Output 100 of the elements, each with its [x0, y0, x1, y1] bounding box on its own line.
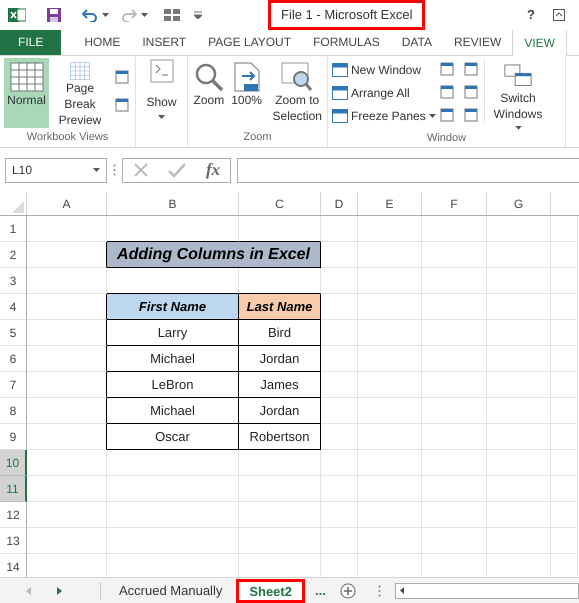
- grid-cell: [487, 476, 551, 502]
- zoom-button[interactable]: Zoom: [192, 58, 226, 128]
- grid-cell: [321, 216, 358, 242]
- show-button[interactable]: Show: [146, 59, 177, 119]
- column-header[interactable]: G: [487, 192, 551, 215]
- header-cell: Last Name: [239, 294, 321, 320]
- customize-icon[interactable]: [194, 11, 202, 19]
- grid-cell: [358, 242, 422, 268]
- grid-cell: [422, 268, 487, 294]
- scroll-right-icon[interactable]: [57, 586, 62, 594]
- grid-cell: [487, 294, 551, 320]
- row-header[interactable]: 13: [0, 528, 27, 554]
- row-header[interactable]: 11: [0, 476, 27, 502]
- column-header[interactable]: C: [239, 192, 321, 215]
- header-cell: First Name: [107, 294, 239, 320]
- table-cell: LeBron: [107, 372, 239, 398]
- window-title: File 1 - Microsoft Excel: [268, 0, 426, 30]
- table-cell: Michael: [107, 398, 239, 424]
- sheet-tab[interactable]: Sheet2: [236, 578, 305, 602]
- column-header[interactable]: F: [422, 192, 487, 215]
- insert-function-button[interactable]: fx: [206, 157, 220, 183]
- caret-icon: [514, 126, 522, 130]
- window-icon: [332, 86, 348, 100]
- add-sheet-icon[interactable]: [340, 582, 356, 598]
- undo-icon[interactable]: [82, 8, 98, 22]
- row-header[interactable]: 6: [0, 346, 27, 372]
- ribbon-tab[interactable]: DATA: [390, 29, 443, 55]
- page-arrow-icon: [234, 62, 260, 92]
- zoom-to-selection-button[interactable]: Zoom to Selection: [267, 58, 327, 128]
- row-header[interactable]: 1: [0, 216, 27, 242]
- ribbon-tab[interactable]: INSERT: [131, 29, 198, 55]
- grid-cell: [551, 528, 578, 554]
- table-cell: Oscar: [107, 424, 239, 450]
- grid-cell: [487, 242, 551, 268]
- grid-cell: [358, 294, 422, 320]
- sheet-grid-icon: [10, 62, 44, 92]
- column-header[interactable]: E: [358, 192, 422, 215]
- ribbon-tab[interactable]: FORMULAS: [302, 29, 391, 55]
- column-header[interactable]: D: [321, 192, 358, 215]
- horizontal-scrollbar[interactable]: [394, 582, 579, 598]
- grid-cell: [321, 242, 358, 268]
- grid-cell: [422, 242, 487, 268]
- layout-icon[interactable]: [164, 9, 180, 21]
- grid-cell: [358, 424, 422, 450]
- column-header[interactable]: A: [27, 192, 107, 215]
- sheet-tab[interactable]: Accrued Manually: [109, 578, 232, 602]
- ribbon-tab[interactable]: PAGE LAYOUT: [197, 29, 302, 55]
- restore-icon[interactable]: [553, 9, 565, 21]
- table-cell: Jordan: [239, 398, 321, 424]
- column-header[interactable]: B: [107, 192, 239, 215]
- grid-cell: [551, 346, 578, 372]
- grid-cell: [487, 528, 551, 554]
- grid-cell: [358, 320, 422, 346]
- page-break-preview-button[interactable]: Page Break Preview: [50, 58, 110, 128]
- row-header[interactable]: 4: [0, 294, 27, 320]
- row-header[interactable]: 5: [0, 320, 27, 346]
- caret-icon: [102, 13, 109, 17]
- grid-cell: [551, 216, 578, 242]
- more-sheets-button[interactable]: ...: [314, 580, 326, 600]
- caret-icon: [428, 114, 436, 118]
- row-header[interactable]: 8: [0, 398, 27, 424]
- table-cell: Bird: [239, 320, 321, 346]
- ribbon-tab[interactable]: FILE: [0, 29, 62, 55]
- grid-cell: [422, 346, 487, 372]
- grid-cell: [487, 424, 551, 450]
- group-label: Zoom: [242, 130, 273, 144]
- normal-view-button[interactable]: Normal: [4, 58, 49, 128]
- grid-cell: [358, 502, 422, 528]
- row-header[interactable]: 2: [0, 242, 27, 268]
- check-icon[interactable]: [168, 162, 186, 178]
- table-cell: James: [239, 372, 321, 398]
- grid-cell: [321, 294, 358, 320]
- grid-cell: [422, 320, 487, 346]
- grid-cell: [487, 346, 551, 372]
- name-box[interactable]: L10: [5, 158, 107, 182]
- magnifier-icon: [194, 62, 224, 92]
- grid-cell: [321, 372, 358, 398]
- grid-cell: [422, 528, 487, 554]
- save-icon[interactable]: [46, 7, 62, 23]
- grid-cell: [422, 476, 487, 502]
- grid-cell: [551, 294, 578, 320]
- ribbon-tab[interactable]: REVIEW: [442, 29, 512, 55]
- arrange-all-button[interactable]: Arrange All: [332, 83, 436, 102]
- grid-cell: [358, 398, 422, 424]
- freeze-panes-button[interactable]: Freeze Panes: [332, 106, 436, 125]
- formula-input[interactable]: [237, 158, 579, 182]
- row-header[interactable]: 7: [0, 372, 27, 398]
- switch-windows-button[interactable]: Switch Windows: [485, 60, 551, 130]
- grid-cell: [321, 346, 358, 372]
- new-window-button[interactable]: New Window: [332, 60, 436, 79]
- row-header[interactable]: 3: [0, 268, 27, 294]
- grid-cell: [422, 450, 487, 476]
- ribbon-tab[interactable]: VIEW: [512, 29, 567, 56]
- help-button[interactable]: ?: [527, 5, 535, 25]
- scroll-left-icon[interactable]: [400, 587, 404, 594]
- row-header[interactable]: 12: [0, 502, 27, 528]
- grid-cell: [358, 346, 422, 372]
- row-header[interactable]: 10: [0, 450, 27, 476]
- ribbon-tab[interactable]: HOME: [73, 29, 132, 55]
- zoom-100-button[interactable]: 100%: [230, 58, 264, 128]
